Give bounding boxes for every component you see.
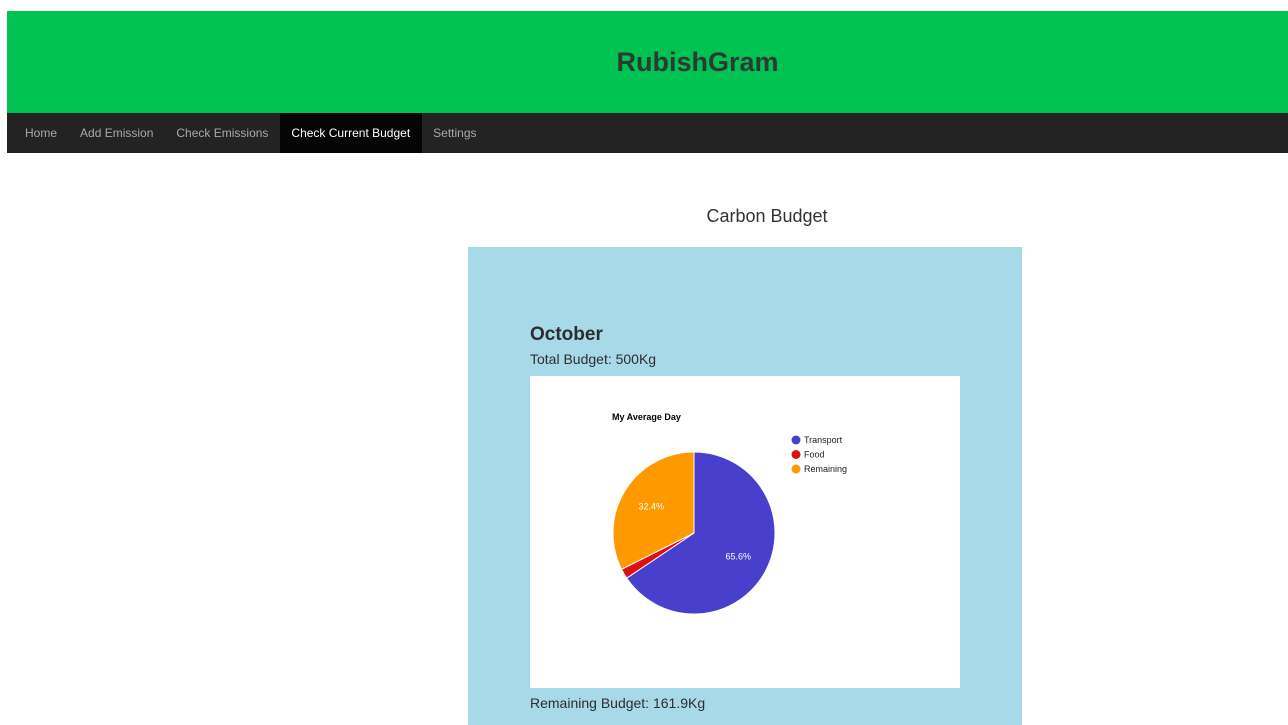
app-header: RubishGram (7, 11, 1288, 113)
legend-label-food[interactable]: Food (804, 450, 825, 460)
pie-chart: My Average Day 65.6% 32.4% Transport Food Rem… (612, 412, 847, 615)
nav-bar: Home Add Emission Check Emissions Check Cur… (7, 113, 1288, 153)
chart-container: My Average Day 65.6% 32.4% Transport Food Rem… (530, 376, 960, 688)
month-heading: October (530, 324, 603, 345)
nav-add-emission[interactable]: Add Emission (69, 113, 165, 153)
budget-panel: October Total Budget: 500Kg My Average D… (468, 247, 1022, 725)
app-title: RubishGram (616, 46, 779, 77)
chart-title: My Average Day (612, 412, 681, 422)
nav-check-emissions[interactable]: Check Emissions (165, 113, 280, 153)
legend-marker-transport (791, 435, 801, 445)
nav-home[interactable]: Home (7, 113, 69, 153)
total-budget: Total Budget: 500Kg (530, 351, 657, 367)
legend-label-transport[interactable]: Transport (804, 435, 843, 445)
legend-marker-remaining (791, 464, 801, 474)
page-title-text: Carbon Budget (706, 206, 828, 226)
slice-label-remaining: 32.4% (638, 502, 664, 512)
legend-label-remaining[interactable]: Remaining (804, 464, 847, 474)
slice-label-transport: 65.6% (726, 552, 752, 562)
remaining-budget: Remaining Budget: 161.9Kg (530, 695, 706, 711)
page-title: Carbon Budget (468, 206, 1022, 227)
nav-settings[interactable]: Settings (422, 113, 488, 153)
nav-check-current-budget[interactable]: Check Current Budget (279, 113, 422, 153)
legend-marker-food (791, 450, 801, 459)
